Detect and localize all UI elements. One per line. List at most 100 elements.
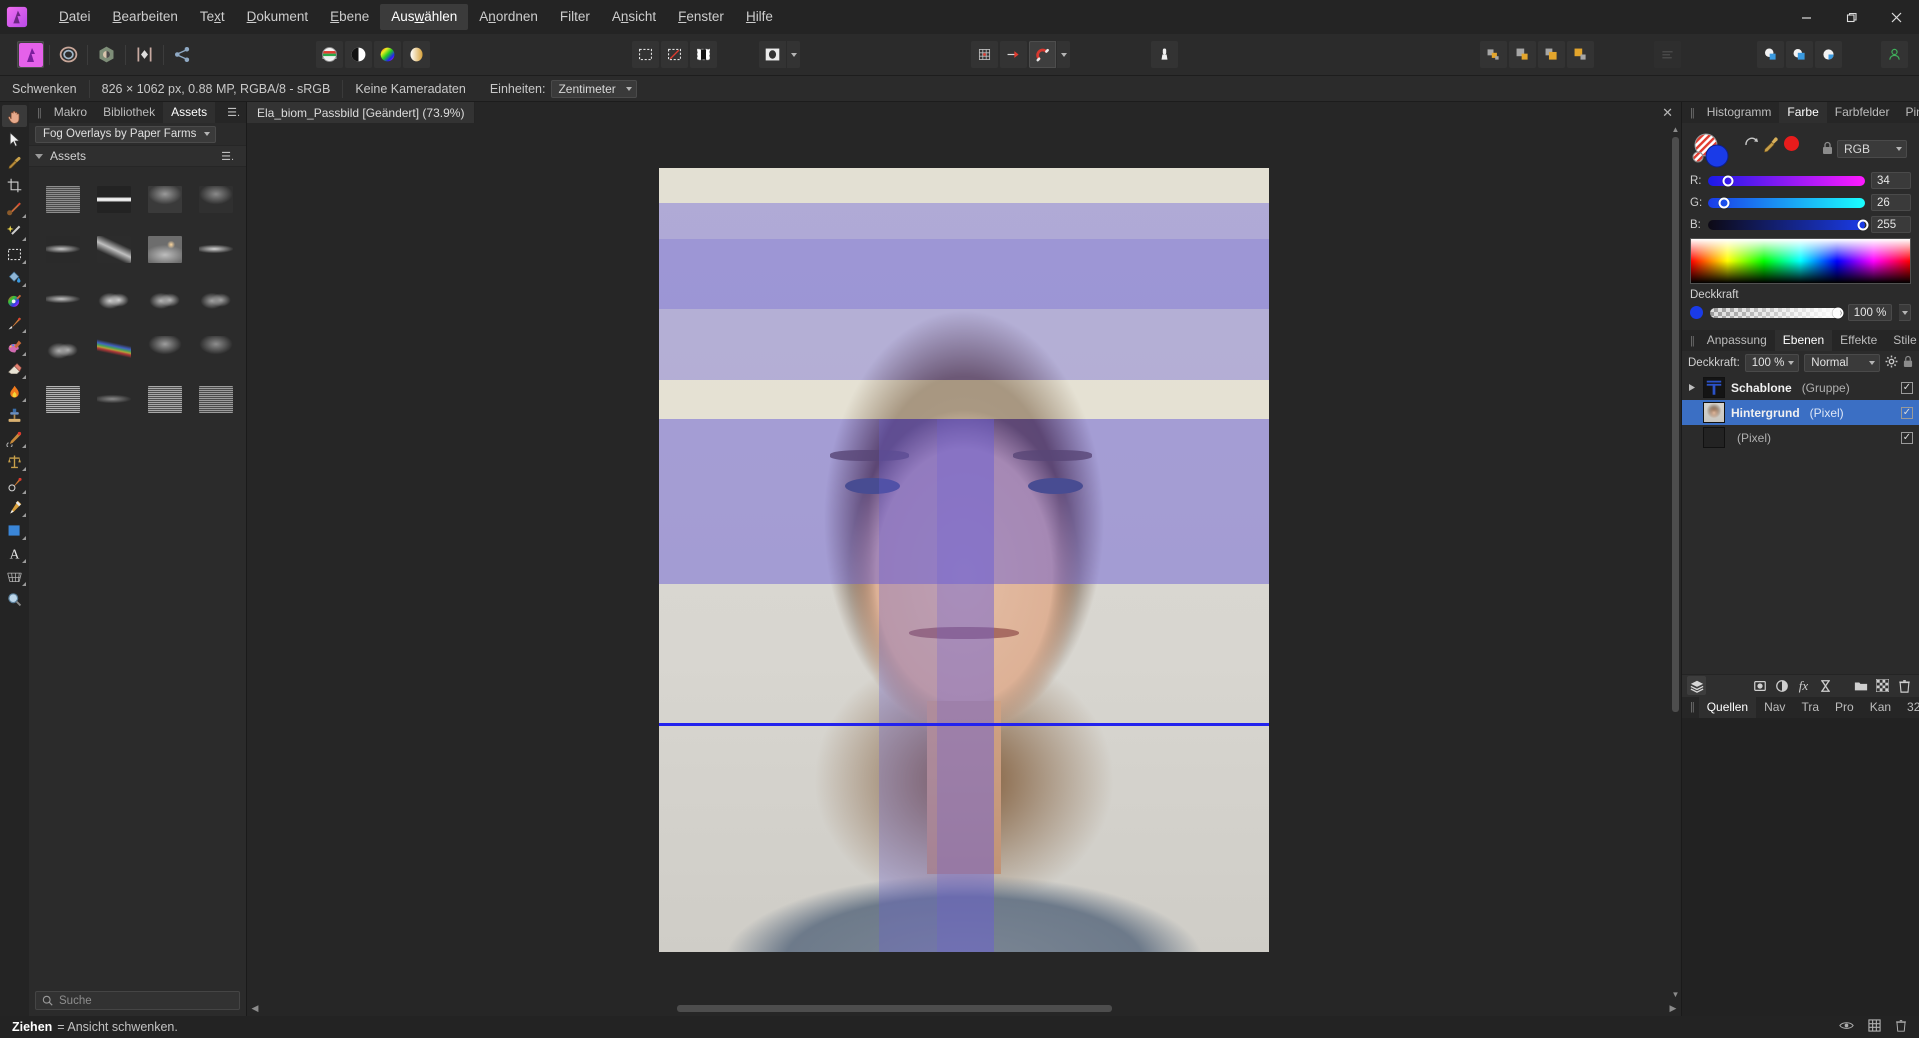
dodge-tool[interactable]: [2, 473, 27, 495]
mask-mode-dropdown[interactable]: [787, 41, 800, 68]
smudge-tool[interactable]: [2, 427, 27, 449]
tab-quellen[interactable]: Quellen: [1699, 697, 1756, 718]
opacity-dropdown[interactable]: [1899, 304, 1911, 321]
fog-asset-19[interactable]: [148, 386, 182, 413]
color-replace-tool[interactable]: [2, 289, 27, 311]
assistant-icon[interactable]: [1151, 41, 1178, 68]
scroll-left-arrow-icon[interactable]: ◀: [249, 1003, 261, 1014]
fog-asset-6[interactable]: [97, 236, 131, 263]
eyedropper-icon[interactable]: [1762, 136, 1780, 156]
fog-asset-11[interactable]: [148, 286, 182, 313]
liquify-tool[interactable]: [2, 450, 27, 472]
select-line-icon[interactable]: [661, 41, 688, 68]
asset-thumbnail[interactable]: [37, 325, 88, 373]
search-input[interactable]: Suche: [35, 991, 240, 1010]
fog-asset-7[interactable]: [148, 236, 182, 263]
color-model-select[interactable]: RGB: [1837, 140, 1907, 158]
retouch-tool[interactable]: [2, 197, 27, 219]
channel-r-slider[interactable]: [1708, 176, 1865, 186]
artistic-text-tool[interactable]: A: [2, 542, 27, 564]
channel-b-value[interactable]: 255: [1871, 216, 1911, 233]
color-picker-tool[interactable]: [2, 151, 27, 173]
fog-asset-18[interactable]: [97, 386, 131, 413]
opacity-slider[interactable]: [1710, 308, 1841, 318]
menu-item-anordnen[interactable]: Anordnen: [468, 4, 549, 30]
canvas-viewport[interactable]: ▲ ▼: [247, 123, 1681, 1001]
align-back-icon[interactable]: [1567, 41, 1594, 68]
zoom-tool[interactable]: [2, 588, 27, 610]
scroll-right-arrow-icon[interactable]: ▶: [1667, 1003, 1679, 1014]
gear-icon[interactable]: [1885, 355, 1898, 371]
marquee-select-icon[interactable]: [632, 41, 659, 68]
opacity-value[interactable]: 100 %: [1848, 304, 1892, 321]
export-persona-icon[interactable]: [169, 41, 196, 68]
channel-b-slider[interactable]: [1708, 220, 1865, 230]
assets-category-select[interactable]: Fog Overlays by Paper Farms: [35, 126, 216, 143]
lock-icon[interactable]: [1903, 355, 1913, 371]
channel-g-value[interactable]: 26: [1871, 194, 1911, 211]
asset-thumbnail[interactable]: [88, 225, 139, 273]
adjustment-circle-icon[interactable]: [1772, 676, 1791, 695]
asset-thumbnail[interactable]: [191, 225, 242, 273]
fog-asset-2[interactable]: [97, 186, 131, 213]
image-canvas[interactable]: [659, 168, 1269, 952]
visibility-eye-icon[interactable]: [1839, 1020, 1854, 1034]
pen-tool[interactable]: [2, 496, 27, 518]
boolean-divide-icon[interactable]: [1815, 41, 1842, 68]
tab-stile[interactable]: Stile: [1885, 330, 1919, 351]
fog-asset-14[interactable]: [97, 336, 131, 363]
tab-pro[interactable]: Pro: [1827, 697, 1862, 718]
menu-item-text[interactable]: Text: [189, 4, 236, 30]
asset-thumbnail[interactable]: [191, 375, 242, 423]
channel-r-value[interactable]: 34: [1871, 172, 1911, 189]
mask-icon[interactable]: [1750, 676, 1769, 695]
liquify-persona-icon[interactable]: [55, 41, 82, 68]
fog-asset-3[interactable]: [148, 186, 182, 213]
menu-item-auswaehlen[interactable]: Auswählen: [380, 4, 468, 30]
tab-pinsel[interactable]: Pinsel: [1897, 102, 1919, 123]
document-tab[interactable]: Ela_biom_Passbild [Geändert] (73.9%): [247, 102, 475, 123]
tab-farbe[interactable]: Farbe: [1779, 102, 1826, 123]
marquee-tool[interactable]: [2, 243, 27, 265]
lock-icon[interactable]: [1822, 141, 1833, 158]
fx-icon[interactable]: fx: [1794, 676, 1813, 695]
tab-assets[interactable]: Assets: [163, 102, 215, 123]
guide-line[interactable]: [659, 723, 1269, 726]
snap-to-object-icon[interactable]: [1000, 41, 1027, 68]
pan-tool[interactable]: [2, 105, 27, 127]
asset-thumbnail[interactable]: [37, 175, 88, 223]
magic-wand-tool[interactable]: [2, 220, 27, 242]
folder-icon[interactable]: [1851, 676, 1870, 695]
levels-icon[interactable]: [316, 41, 343, 68]
paint-brush-tool[interactable]: [2, 312, 27, 334]
photo-persona-icon[interactable]: [17, 41, 44, 68]
tab-nav[interactable]: Nav: [1756, 697, 1793, 718]
tab-effekte[interactable]: Effekte: [1832, 330, 1885, 351]
panel-grip-icon[interactable]: ||: [1685, 335, 1699, 347]
menu-item-ebene[interactable]: Ebene: [319, 4, 380, 30]
fog-asset-9[interactable]: [46, 286, 80, 313]
asset-thumbnail[interactable]: [191, 275, 242, 323]
panel-grip-icon[interactable]: ||: [1685, 701, 1699, 713]
menu-item-ansicht[interactable]: Ansicht: [601, 4, 667, 30]
horizontal-scroll-thumb[interactable]: [677, 1005, 1112, 1012]
flood-fill-tool[interactable]: [2, 266, 27, 288]
tone-mapping-persona-icon[interactable]: [131, 41, 158, 68]
swap-colors-icon[interactable]: [1744, 135, 1760, 149]
tab-ebenen[interactable]: Ebenen: [1775, 330, 1832, 351]
asset-thumbnail[interactable]: [88, 275, 139, 323]
close-icon[interactable]: ✕: [1662, 105, 1673, 121]
fog-asset-4[interactable]: [199, 186, 233, 213]
asset-thumbnail[interactable]: [140, 375, 191, 423]
menu-item-dokument[interactable]: Dokument: [236, 4, 320, 30]
layer-visibility-checkbox[interactable]: ✓: [1901, 382, 1913, 394]
refine-selection-icon[interactable]: [690, 41, 717, 68]
asset-thumbnail[interactable]: [140, 225, 191, 273]
fog-asset-10[interactable]: [97, 286, 131, 313]
clone-tool[interactable]: [2, 404, 27, 426]
layers-stack-icon[interactable]: [1687, 676, 1706, 695]
layer-visibility-checkbox[interactable]: ✓: [1901, 407, 1913, 419]
menu-item-fenster[interactable]: Fenster: [667, 4, 735, 30]
tab-histogramm[interactable]: Histogramm: [1699, 102, 1780, 123]
assets-group-menu-icon[interactable]: ☰.: [215, 150, 240, 163]
